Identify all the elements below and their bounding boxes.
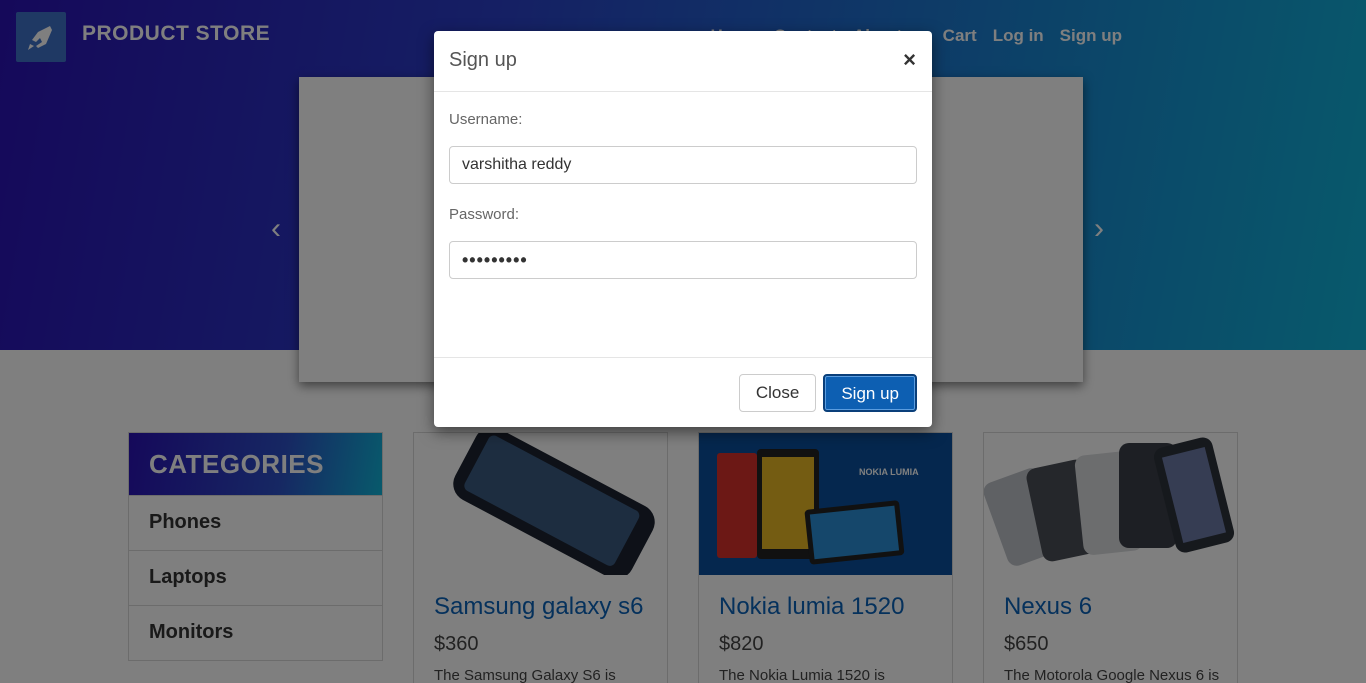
password-label: Password:	[449, 206, 520, 223]
signup-modal: Sign up × Username: Password: Close Sign…	[434, 31, 932, 427]
close-icon[interactable]: ×	[903, 49, 916, 71]
signup-button[interactable]: Sign up	[823, 374, 917, 412]
close-button[interactable]: Close	[738, 374, 817, 412]
modal-body: Username: Password:	[434, 92, 932, 358]
modal-footer: Close Sign up	[738, 374, 917, 412]
username-input[interactable]	[449, 146, 917, 184]
modal-title: Sign up	[449, 49, 517, 71]
username-label: Username:	[449, 111, 523, 128]
modal-header: Sign up ×	[434, 31, 932, 92]
password-input[interactable]	[449, 241, 917, 279]
